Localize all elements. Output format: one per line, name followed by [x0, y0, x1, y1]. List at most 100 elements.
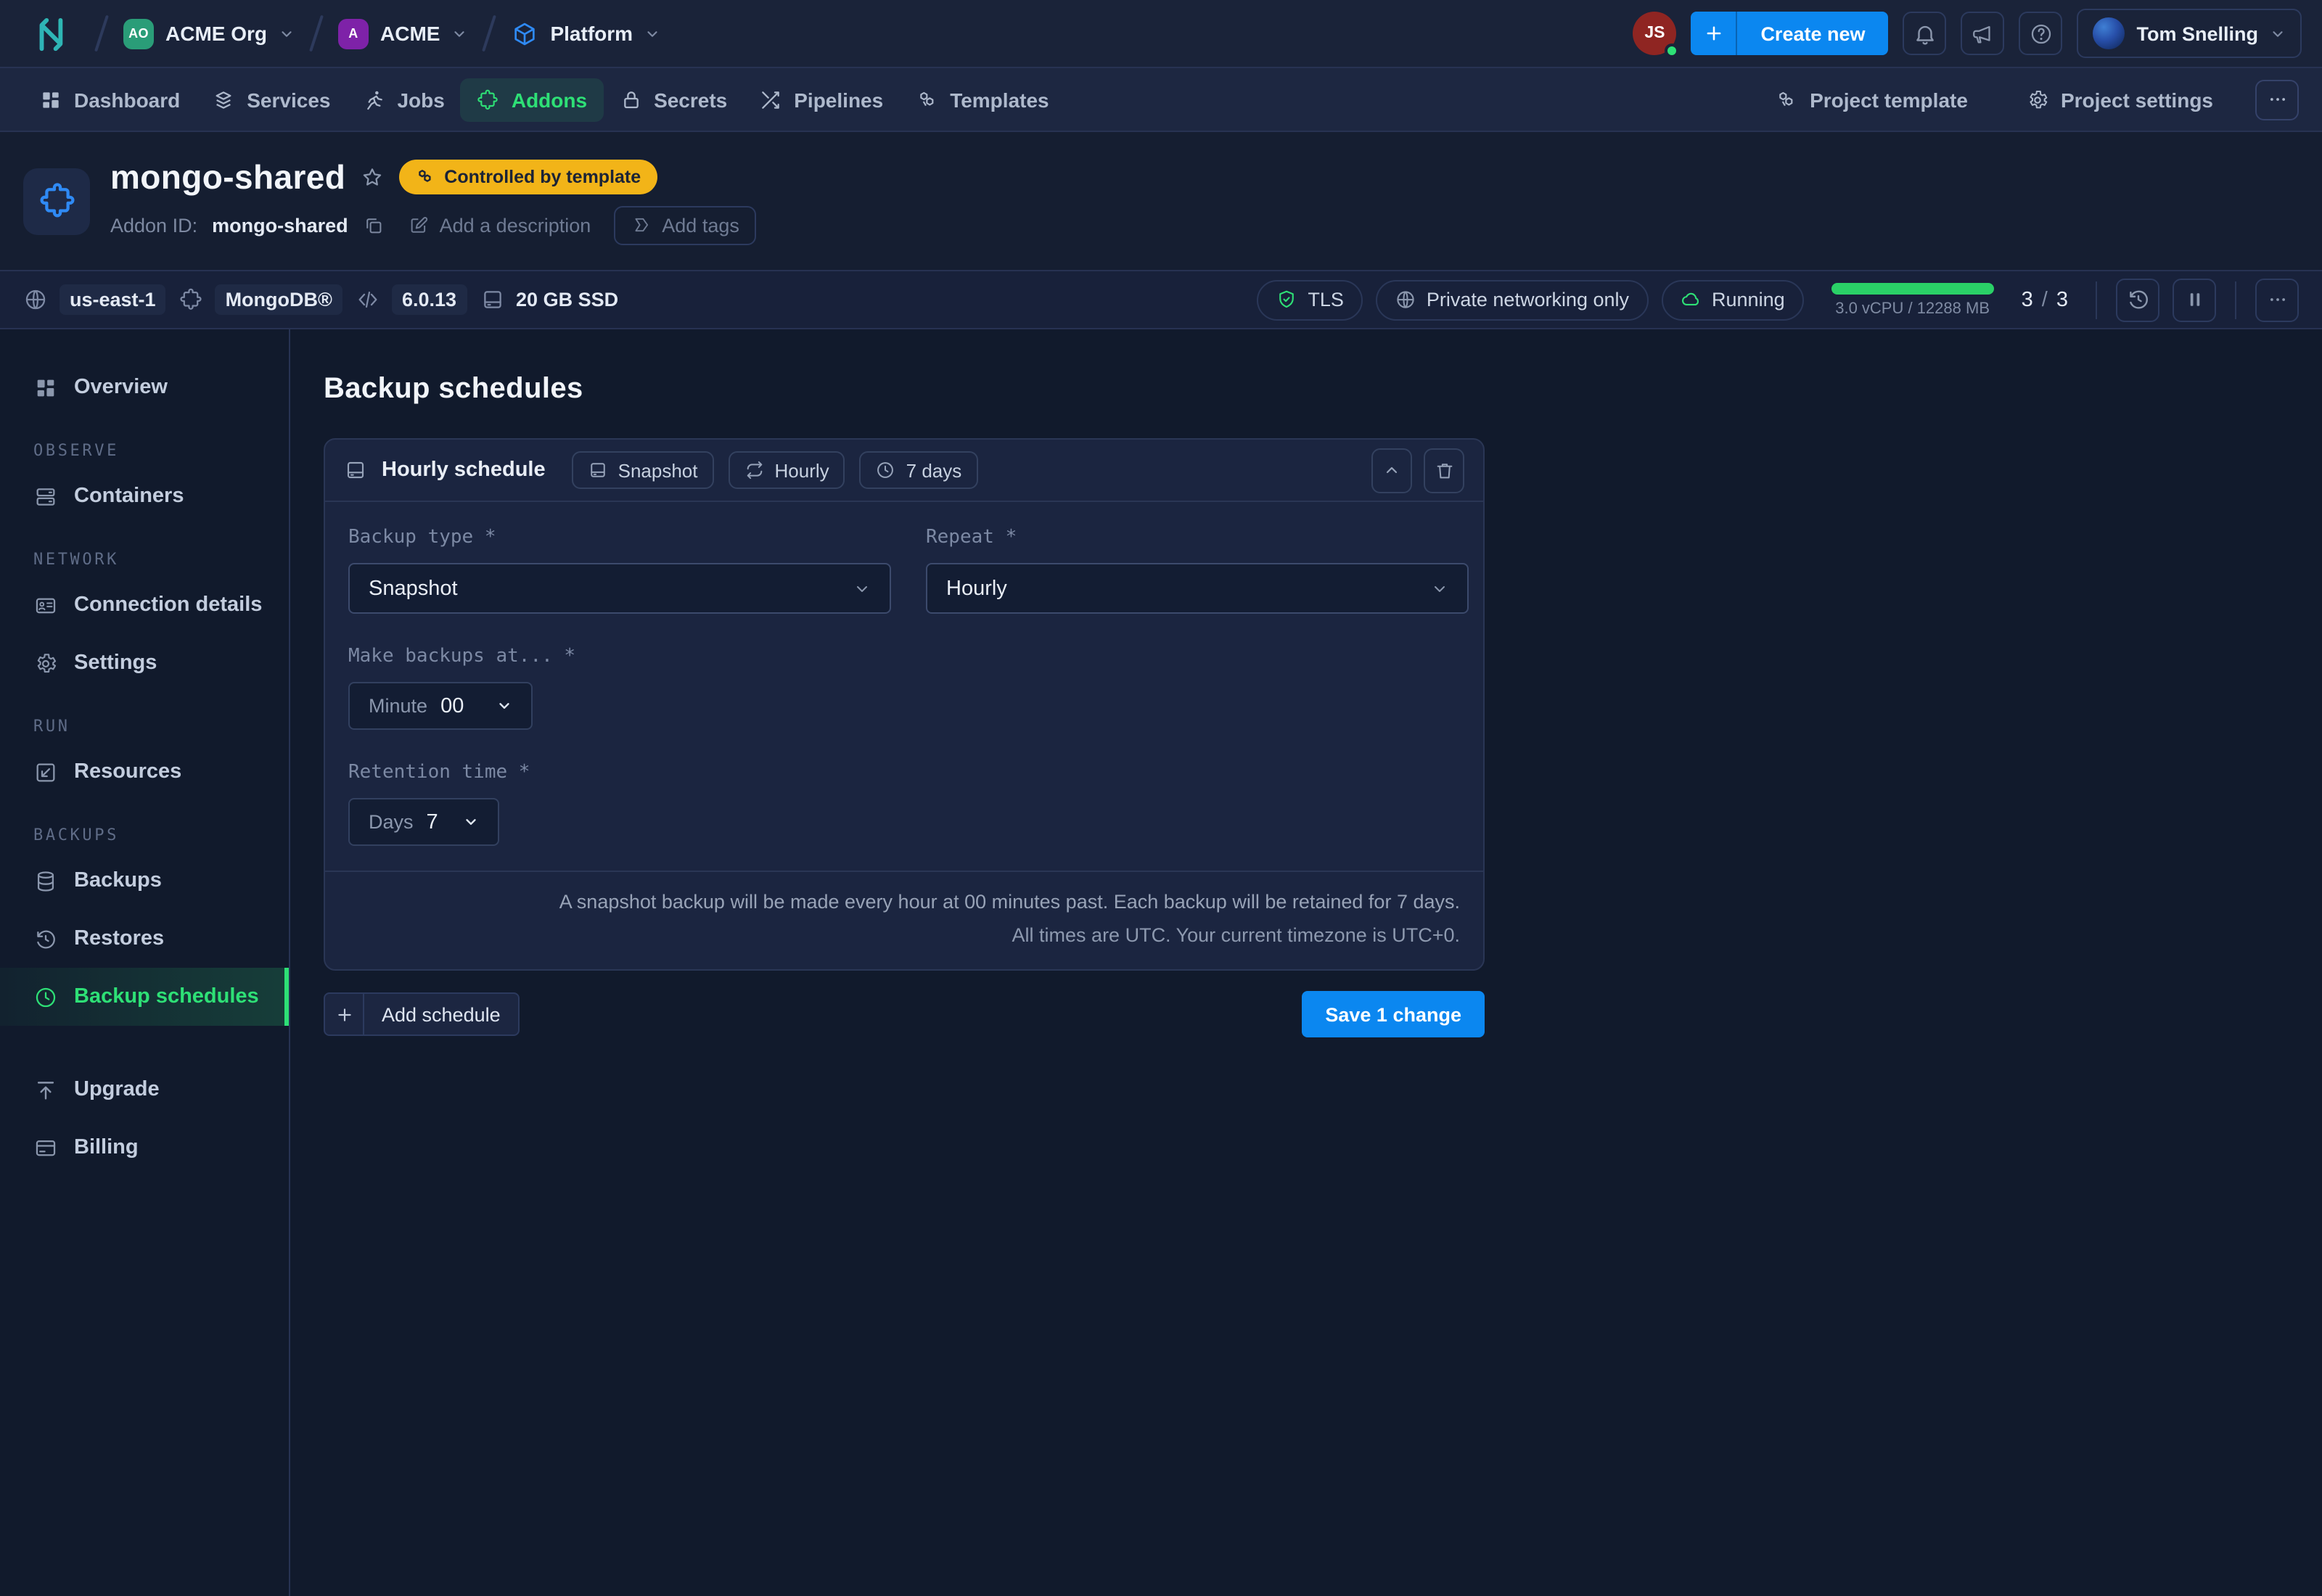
upgrade-icon [33, 1077, 58, 1102]
tab-dashboard[interactable]: Dashboard [23, 78, 196, 121]
create-new-button[interactable]: Create new [1691, 12, 1888, 55]
plus-icon [325, 994, 364, 1034]
sidebar-section-network: NETWORK [0, 550, 289, 569]
gear-icon [2026, 88, 2049, 111]
overview-icon [33, 375, 58, 400]
shield-check-icon [1276, 289, 1297, 310]
project-template-button[interactable]: Project template [1759, 78, 1984, 121]
pencil-icon [408, 214, 430, 236]
tab-services[interactable]: Services [196, 78, 346, 121]
sidebar-item-billing[interactable]: Billing [0, 1119, 289, 1177]
resource-bar [1831, 282, 1994, 294]
schedule-retention-badge: 7 days [860, 451, 978, 489]
controlled-by-template-badge[interactable]: Controlled by template [399, 160, 657, 194]
backup-type-select[interactable]: Snapshot [348, 563, 891, 614]
chevron-down-icon [2270, 25, 2286, 41]
hexagons-icon [415, 167, 435, 187]
plus-icon[interactable] [1691, 12, 1737, 55]
add-schedule-button[interactable]: Add schedule [324, 992, 520, 1036]
sidebar-section-observe: OBSERVE [0, 441, 289, 460]
help-button[interactable] [2019, 12, 2063, 55]
northflank-logo-icon[interactable] [32, 14, 71, 53]
main-panel: Backup schedules Hourly schedule Snapsho… [290, 329, 2322, 1596]
tab-pipelines[interactable]: Pipelines [743, 78, 899, 121]
add-tags-button[interactable]: Add tags [614, 205, 757, 244]
collapse-schedule-button[interactable] [1371, 448, 1412, 493]
puzzle-icon [477, 88, 500, 111]
tab-templates[interactable]: Templates [899, 78, 1064, 121]
schedule-repeat-badge: Hourly [729, 451, 845, 489]
project-avatar: A [338, 18, 369, 49]
ellipsis-icon [2266, 89, 2288, 110]
layers-icon [212, 88, 235, 111]
minute-select[interactable]: Minute 00 [348, 682, 533, 730]
ellipsis-icon [2266, 289, 2288, 310]
addon-more-button[interactable] [2255, 278, 2299, 321]
online-status-dot [1665, 44, 1679, 58]
shuffle-icon [759, 88, 782, 111]
cube-icon [511, 20, 538, 47]
networking-badge[interactable]: Private networking only [1376, 279, 1648, 320]
hexagons-icon [915, 88, 938, 111]
save-changes-button[interactable]: Save 1 change [1302, 991, 1485, 1037]
delete-schedule-button[interactable] [1424, 448, 1464, 493]
addon-id-value: mongo-shared [212, 214, 348, 236]
star-icon[interactable] [360, 165, 385, 189]
addon-header-main: mongo-shared Controlled by template Addo… [110, 157, 757, 244]
sidebar-item-backups[interactable]: Backups [0, 852, 289, 910]
addon-info-bar: us-east-1 MongoDB® 6.0.13 20 GB SSD [0, 270, 2322, 329]
tab-secrets[interactable]: Secrets [603, 78, 743, 121]
history-icon [33, 926, 58, 951]
retention-field: Retention time * Days 7 [348, 762, 1460, 846]
retention-label: Retention time * [348, 762, 1460, 783]
tab-jobs[interactable]: Jobs [346, 78, 460, 121]
schedule-card: Hourly schedule Snapshot Hourly [324, 438, 1485, 971]
containers-icon [33, 484, 58, 509]
schedule-summary: A snapshot backup will be made every hou… [325, 871, 1483, 969]
credit-card-icon [33, 1135, 58, 1160]
pause-button[interactable] [2173, 278, 2216, 321]
add-description-button[interactable]: Add a description [408, 214, 591, 236]
dashboard-icon [39, 88, 62, 111]
breadcrumb-org[interactable]: AO ACME Org [123, 18, 295, 49]
sidebar-item-upgrade[interactable]: Upgrade [0, 1061, 289, 1119]
restore-backup-button[interactable] [2116, 278, 2159, 321]
status-badge[interactable]: Running [1661, 279, 1804, 320]
sidebar-item-backup-schedules[interactable]: Backup schedules [0, 968, 289, 1026]
make-backups-field: Make backups at... * Minute 00 [348, 646, 1460, 730]
replica-count: 3 / 3 [2022, 288, 2068, 311]
question-circle-icon [2029, 21, 2054, 46]
disk-chip: 20 GB SSD [480, 284, 618, 315]
infobar-right: TLS Private networking only Running 3.0 … [1257, 278, 2299, 321]
pause-icon [2183, 289, 2205, 310]
id-card-icon [33, 593, 58, 617]
notifications-button[interactable] [1903, 12, 1947, 55]
sidebar-item-settings[interactable]: Settings [0, 634, 289, 692]
schedule-type-badge: Snapshot [572, 451, 714, 489]
drive-icon [344, 458, 367, 482]
sidebar-item-connection-details[interactable]: Connection details [0, 576, 289, 634]
breadcrumb-platform[interactable]: Platform [511, 20, 660, 47]
sidebar-item-containers[interactable]: Containers [0, 467, 289, 525]
navbar-more-button[interactable] [2255, 79, 2299, 120]
sidebar-item-restores[interactable]: Restores [0, 910, 289, 968]
tab-addons[interactable]: Addons [461, 78, 603, 121]
bell-icon [1913, 21, 1937, 46]
breadcrumb-project[interactable]: A ACME [338, 18, 467, 49]
copy-icon[interactable] [363, 214, 385, 236]
sidebar-item-resources[interactable]: Resources [0, 743, 289, 801]
announcements-button[interactable] [1961, 12, 2005, 55]
chevron-down-icon [1431, 580, 1448, 597]
content: Overview OBSERVE Containers NETWORK Conn… [0, 329, 2322, 1596]
repeat-label: Repeat * [926, 527, 1469, 548]
tls-badge[interactable]: TLS [1257, 279, 1363, 320]
gear-icon [33, 651, 58, 675]
repeat-select[interactable]: Hourly [926, 563, 1469, 614]
my-avatar[interactable]: JS [1633, 12, 1676, 55]
days-select[interactable]: Days 7 [348, 798, 499, 846]
user-menu-button[interactable]: Tom Snelling [2077, 9, 2302, 58]
divider [2096, 281, 2097, 318]
project-settings-button[interactable]: Project settings [2010, 78, 2229, 121]
lock-icon [619, 88, 642, 111]
sidebar-item-overview[interactable]: Overview [0, 358, 289, 416]
